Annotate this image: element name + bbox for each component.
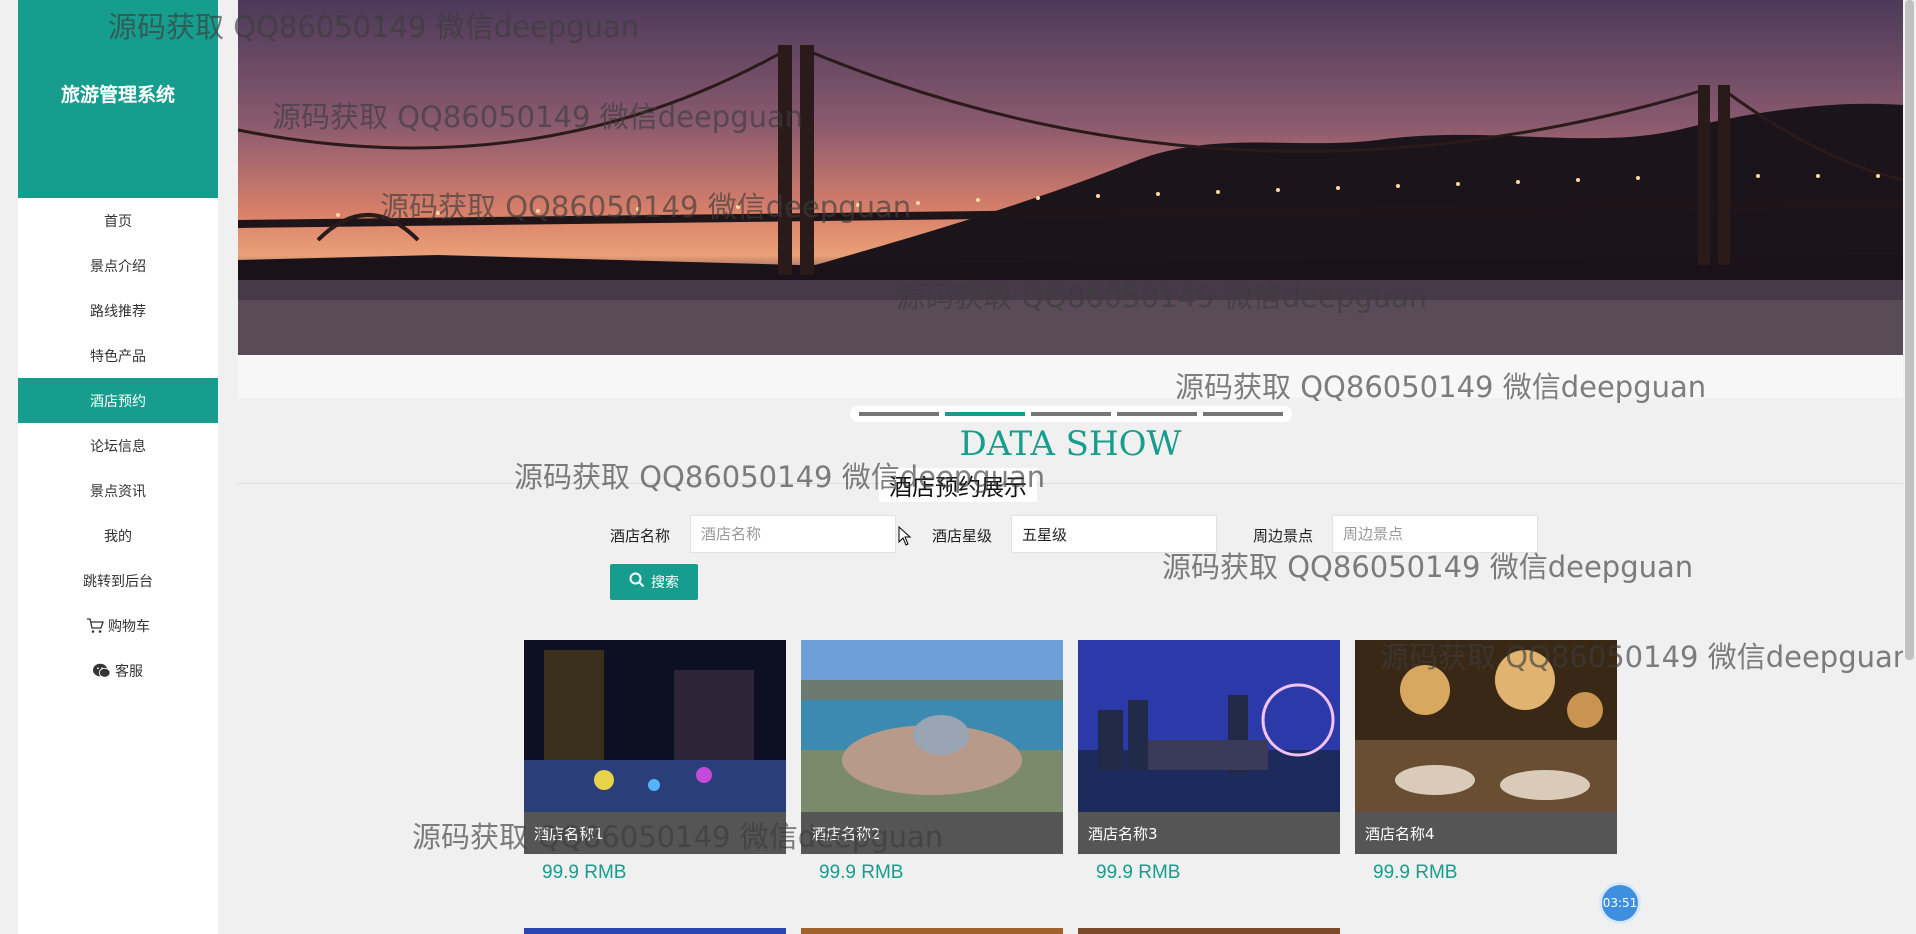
- sidebar: 旅游管理系统 首页 景点介绍 路线推荐 特色产品 酒店预约 论坛信息 景点资讯 …: [18, 0, 218, 934]
- nav-item-home[interactable]: 首页: [18, 198, 218, 243]
- scrollbar-thumb[interactable]: [1905, 0, 1914, 660]
- carousel-dot[interactable]: [1203, 412, 1283, 416]
- hotel-card[interactable]: 酒店名称4 99.9 RMB: [1355, 640, 1617, 892]
- hotel-card-partial[interactable]: [1078, 928, 1340, 934]
- hotel-image: [524, 640, 786, 812]
- carousel-dot-active[interactable]: [945, 412, 1025, 416]
- hotel-star-input[interactable]: [1011, 515, 1217, 553]
- hotel-name: 酒店名称4: [1355, 812, 1617, 854]
- nav-label: 景点介绍: [90, 258, 146, 275]
- hotel-card[interactable]: 酒店名称2 99.9 RMB: [801, 640, 1063, 892]
- nav-item-mine[interactable]: 我的: [18, 513, 218, 558]
- nav-label: 论坛信息: [90, 438, 146, 455]
- hotel-name: 酒店名称2: [801, 812, 1063, 854]
- section-subtitle-wrap: 酒店预约展示: [0, 468, 1916, 502]
- nearby-label: 周边景点: [1253, 527, 1314, 545]
- carousel-dot[interactable]: [1031, 412, 1111, 416]
- mouse-cursor-icon: [898, 525, 912, 550]
- hotel-star-label: 酒店星级: [932, 527, 993, 545]
- search-icon: [629, 572, 645, 592]
- nav-label: 我的: [104, 528, 132, 545]
- search-button[interactable]: 搜索: [610, 564, 698, 600]
- carousel-dot[interactable]: [859, 412, 939, 416]
- floating-timer-button[interactable]: 03:51: [1599, 882, 1641, 924]
- hotel-name-input[interactable]: [690, 515, 896, 553]
- carousel-dot[interactable]: [1117, 412, 1197, 416]
- nav-item-forum[interactable]: 论坛信息: [18, 423, 218, 468]
- brand-title: 旅游管理系统: [60, 83, 175, 106]
- hotel-price: 99.9 RMB: [819, 862, 904, 883]
- hotel-name: 酒店名称1: [524, 812, 786, 854]
- banner-carousel[interactable]: [238, 0, 1903, 398]
- hotel-list: 酒店名称1 99.9 RMB 酒店名称2 99.9 RMB 酒店名称3 99.9…: [524, 640, 1617, 892]
- nav-label: 跳转到后台: [83, 573, 153, 590]
- hotel-name-label: 酒店名称: [610, 527, 671, 545]
- hotel-name: 酒店名称3: [1078, 812, 1340, 854]
- hotel-card-partial[interactable]: [801, 928, 1063, 934]
- hotel-card[interactable]: 酒店名称1 99.9 RMB: [524, 640, 786, 892]
- cart-icon: [86, 617, 104, 635]
- nav-item-attractions[interactable]: 景点介绍: [18, 243, 218, 288]
- hotel-list-row-2: [524, 928, 1340, 934]
- nav-item-admin[interactable]: 跳转到后台: [18, 558, 218, 603]
- hotel-image: [1355, 640, 1617, 812]
- nav-item-products[interactable]: 特色产品: [18, 333, 218, 378]
- hotel-price: 99.9 RMB: [1096, 862, 1181, 883]
- page-scrollbar[interactable]: [1903, 0, 1916, 934]
- nav-label: 首页: [104, 213, 132, 230]
- banner-image: [238, 0, 1903, 355]
- nav-label: 特色产品: [90, 348, 146, 365]
- nav-menu: 首页 景点介绍 路线推荐 特色产品 酒店预约 论坛信息 景点资讯 我的 跳转到后…: [18, 198, 218, 693]
- hotel-card-partial[interactable]: [524, 928, 786, 934]
- search-button-label: 搜索: [651, 575, 679, 591]
- nav-item-routes[interactable]: 路线推荐: [18, 288, 218, 333]
- nav-label: 客服: [115, 663, 143, 680]
- nav-label: 购物车: [108, 618, 150, 635]
- nearby-input[interactable]: [1332, 515, 1538, 553]
- carousel-indicators: [850, 406, 1292, 422]
- section-subtitle: 酒店预约展示: [879, 468, 1037, 502]
- nav-item-service[interactable]: 客服: [18, 648, 218, 693]
- nav-item-cart[interactable]: 购物车: [18, 603, 218, 648]
- hotel-card[interactable]: 酒店名称3 99.9 RMB: [1078, 640, 1340, 892]
- hotel-price: 99.9 RMB: [1373, 862, 1458, 883]
- hotel-image: [1078, 640, 1340, 812]
- hotel-image: [801, 640, 1063, 812]
- nav-label: 路线推荐: [90, 303, 146, 320]
- hotel-price: 99.9 RMB: [542, 862, 627, 883]
- section-title: DATA SHOW: [959, 424, 1182, 464]
- nav-item-hotel-booking[interactable]: 酒店预约: [18, 378, 218, 423]
- nav-label: 酒店预约: [90, 393, 146, 410]
- brand-header: 旅游管理系统: [18, 0, 218, 198]
- wechat-icon: [93, 662, 111, 680]
